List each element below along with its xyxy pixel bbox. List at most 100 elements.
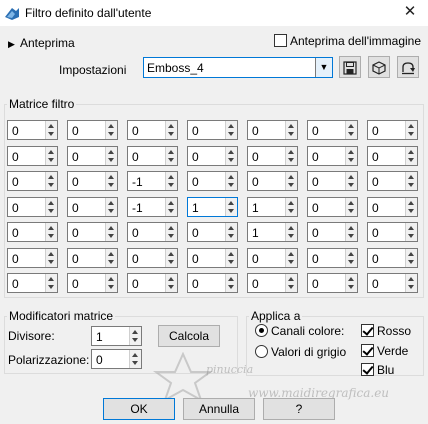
calculate-button[interactable]: Calcola [158,325,220,347]
spinner-arrows-icon[interactable] [225,274,237,292]
matrix-cell[interactable]: 0 [127,146,178,166]
spinner-arrows-icon[interactable] [285,223,297,241]
spinner-arrows-icon[interactable] [165,172,177,190]
spinner-arrows-icon[interactable] [105,223,117,241]
spinner-arrows-icon[interactable] [165,249,177,267]
matrix-cell[interactable]: 0 [307,248,358,268]
spinner-arrows-icon[interactable] [285,249,297,267]
spinner-arrows-icon[interactable] [225,121,237,139]
spinner-arrows-icon[interactable] [45,249,57,267]
bias-spinner[interactable] [129,350,141,368]
matrix-cell[interactable]: 0 [247,171,298,191]
spinner-arrows-icon[interactable] [165,147,177,165]
matrix-cell[interactable]: 0 [367,197,418,217]
matrix-cell[interactable]: 0 [307,273,358,293]
spinner-arrows-icon[interactable] [285,121,297,139]
matrix-cell[interactable]: 0 [7,120,58,140]
matrix-cell[interactable]: 0 [367,248,418,268]
spinner-arrows-icon[interactable] [285,147,297,165]
spinner-arrows-icon[interactable] [105,274,117,292]
spinner-arrows-icon[interactable] [405,147,417,165]
matrix-cell[interactable]: 0 [247,248,298,268]
matrix-cell[interactable]: 0 [127,120,178,140]
spinner-arrows-icon[interactable] [345,249,357,267]
preset-resources-button[interactable] [368,56,390,78]
matrix-cell[interactable]: 0 [307,222,358,242]
matrix-cell[interactable]: -1 [127,197,178,217]
spinner-arrows-icon[interactable] [165,198,177,216]
matrix-cell[interactable]: 0 [307,197,358,217]
matrix-cell[interactable]: 0 [367,146,418,166]
spinner-arrows-icon[interactable] [165,223,177,241]
spinner-arrows-icon[interactable] [225,223,237,241]
matrix-cell[interactable]: 0 [367,273,418,293]
matrix-cell[interactable]: 0 [7,197,58,217]
cancel-button[interactable]: Annulla [183,398,255,420]
matrix-cell[interactable]: 0 [127,248,178,268]
spinner-arrows-icon[interactable] [345,172,357,190]
spinner-arrows-icon[interactable] [345,147,357,165]
matrix-cell[interactable]: 1 [247,222,298,242]
matrix-cell[interactable]: 0 [127,273,178,293]
preview-toggle[interactable]: ▶ Anteprima [8,36,75,50]
spinner-arrows-icon[interactable] [105,147,117,165]
spinner-arrows-icon[interactable] [285,172,297,190]
divisor-field[interactable]: 1 [91,326,142,346]
matrix-cell[interactable]: 0 [307,120,358,140]
matrix-cell[interactable]: 0 [367,171,418,191]
spinner-arrows-icon[interactable] [105,172,117,190]
spinner-arrows-icon[interactable] [45,121,57,139]
green-checkbox[interactable]: Verde [361,343,408,358]
spinner-arrows-icon[interactable] [405,172,417,190]
matrix-cell[interactable]: 1 [187,197,238,217]
matrix-cell[interactable]: 0 [187,171,238,191]
spinner-arrows-icon[interactable] [225,198,237,216]
spinner-arrows-icon[interactable] [405,121,417,139]
matrix-cell[interactable]: 0 [187,146,238,166]
matrix-cell[interactable]: 0 [187,222,238,242]
matrix-cell[interactable]: 0 [7,171,58,191]
matrix-cell[interactable]: 0 [7,273,58,293]
matrix-cell[interactable]: 0 [67,222,118,242]
matrix-cell[interactable]: 0 [307,171,358,191]
matrix-cell[interactable]: 1 [247,197,298,217]
matrix-cell[interactable]: 0 [7,146,58,166]
matrix-cell[interactable]: 0 [247,273,298,293]
close-button[interactable]: ✕ [396,0,424,24]
matrix-cell[interactable]: 0 [187,248,238,268]
spinner-arrows-icon[interactable] [405,274,417,292]
spinner-arrows-icon[interactable] [345,198,357,216]
help-button[interactable]: ? [263,398,335,420]
spinner-arrows-icon[interactable] [405,198,417,216]
preset-dropdown[interactable]: Emboss_4 ▼ [143,57,333,78]
matrix-cell[interactable]: 0 [67,146,118,166]
matrix-cell[interactable]: 0 [247,146,298,166]
matrix-cell[interactable]: 0 [187,120,238,140]
matrix-cell[interactable]: 0 [367,222,418,242]
spinner-arrows-icon[interactable] [105,121,117,139]
divisor-spinner[interactable] [129,327,141,345]
spinner-arrows-icon[interactable] [405,223,417,241]
matrix-cell[interactable]: 0 [367,120,418,140]
spinner-arrows-icon[interactable] [45,198,57,216]
image-preview-checkbox[interactable]: Anteprima dell'immagine [274,33,421,48]
matrix-cell[interactable]: 0 [67,273,118,293]
spinner-arrows-icon[interactable] [345,274,357,292]
bias-field[interactable]: 0 [91,349,142,369]
spinner-arrows-icon[interactable] [105,249,117,267]
matrix-cell[interactable]: 0 [67,248,118,268]
color-channels-radio[interactable]: Canali colore: [255,323,344,338]
spinner-arrows-icon[interactable] [105,198,117,216]
spinner-arrows-icon[interactable] [45,147,57,165]
blue-checkbox[interactable]: Blu [361,362,394,377]
spinner-arrows-icon[interactable] [225,249,237,267]
spinner-arrows-icon[interactable] [165,274,177,292]
matrix-cell[interactable]: 0 [7,248,58,268]
matrix-cell[interactable]: 0 [307,146,358,166]
spinner-arrows-icon[interactable] [45,274,57,292]
red-checkbox[interactable]: Rosso [361,323,411,338]
save-preset-button[interactable] [339,56,361,78]
matrix-cell[interactable]: 0 [7,222,58,242]
spinner-arrows-icon[interactable] [345,121,357,139]
matrix-cell[interactable]: 0 [247,120,298,140]
